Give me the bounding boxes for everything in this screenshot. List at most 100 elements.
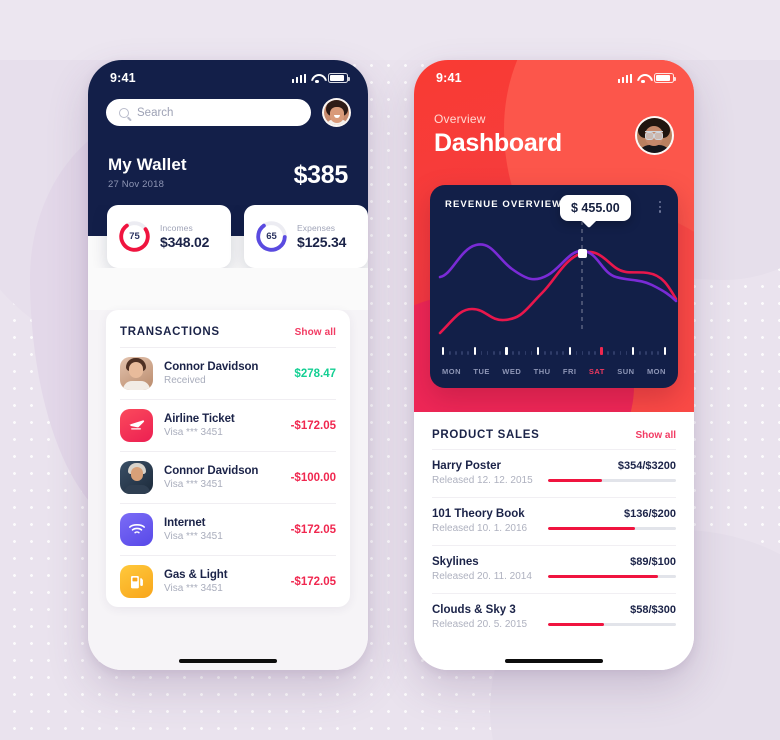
dashboard-phone-mockup: 9:41 Overview Dashboard REVENUE OVERVIEW xyxy=(414,60,694,670)
avatar[interactable] xyxy=(635,115,674,155)
expenses-amount: $125.34 xyxy=(297,234,347,250)
photo-avatar-woman-icon xyxy=(120,357,153,390)
expenses-label: Expenses xyxy=(297,223,336,233)
wallet-date: 27 Nov 2018 xyxy=(108,179,165,190)
status-icons xyxy=(291,73,350,83)
product-release-date: Released 12. 12. 2015 xyxy=(432,475,533,486)
transaction-amount: -$172.05 xyxy=(290,523,336,536)
table-row[interactable]: Gas & Light Visa *** 3451 -$172.05 xyxy=(120,555,336,607)
search-input[interactable]: Search xyxy=(106,99,311,126)
home-indicator[interactable] xyxy=(179,659,277,663)
wifi-icon xyxy=(637,74,649,83)
gas-pump-icon xyxy=(120,565,153,598)
page-title: Dashboard xyxy=(434,129,562,157)
list-item[interactable]: Harry Poster $354/$3200 Released 12. 12.… xyxy=(432,449,676,497)
product-name: 101 Theory Book xyxy=(432,508,525,520)
list-item[interactable]: 101 Theory Book $136/$200 Released 10. 1… xyxy=(432,497,676,545)
transaction-subtitle: Visa *** 3451 xyxy=(164,583,223,594)
signal-bars-icon xyxy=(291,73,306,83)
axis-tick-thu: THU xyxy=(533,367,551,376)
airplane-icon xyxy=(120,409,153,442)
stat-card-incomes[interactable]: 75 Incomes $348.02 xyxy=(107,205,231,268)
incomes-label: Incomes xyxy=(160,223,193,233)
search-row: Search xyxy=(88,90,368,127)
status-bar-right: 9:41 xyxy=(414,60,694,90)
product-progress-bar xyxy=(548,574,676,579)
transactions-show-all-link[interactable]: Show all xyxy=(295,327,336,338)
product-sales-panel: PRODUCT SALES Show all Harry Poster $354… xyxy=(414,412,694,670)
transaction-amount: -$172.05 xyxy=(290,575,336,588)
axis-tick-mon-2: MON xyxy=(646,367,666,376)
product-amount: $136/$200 xyxy=(624,508,676,520)
axis-tick-fri: FRI xyxy=(562,367,577,376)
revenue-card-title: REVENUE OVERVIEW xyxy=(445,199,563,210)
revenue-line-chart xyxy=(430,221,678,336)
chart-axis-ticks xyxy=(442,346,666,355)
search-placeholder: Search xyxy=(137,106,174,119)
incomes-donut-chart: 75 xyxy=(118,220,151,253)
wifi-icon xyxy=(120,513,153,546)
transactions-panel: TRANSACTIONS Show all Connor Davidson Re… xyxy=(88,310,368,670)
product-amount: $89/$100 xyxy=(630,556,676,568)
transaction-subtitle: Visa *** 3451 xyxy=(164,531,223,542)
axis-tick-wed: WED xyxy=(502,367,522,376)
product-progress-bar xyxy=(548,478,676,483)
dashboard-header: 9:41 Overview Dashboard REVENUE OVERVIEW xyxy=(414,60,694,412)
axis-tick-sun: SUN xyxy=(617,367,635,376)
search-icon xyxy=(119,107,129,118)
status-bar-left: 9:41 xyxy=(88,60,368,90)
page-title: My Wallet xyxy=(108,155,187,174)
product-progress-bar xyxy=(548,622,676,627)
status-time: 9:41 xyxy=(110,71,136,85)
product-release-date: Released 10. 1. 2016 xyxy=(432,523,528,534)
transaction-name: Connor Davidson xyxy=(164,465,259,477)
stat-card-carousel[interactable]: 75 Incomes $348.02 65 Expenses $125.34 xyxy=(88,205,368,268)
table-row[interactable]: Airline Ticket Visa *** 3451 -$172.05 xyxy=(120,399,336,451)
wifi-icon xyxy=(311,74,323,83)
signal-bars-icon xyxy=(617,73,632,83)
stat-card-expenses[interactable]: 65 Expenses $125.34 xyxy=(244,205,368,268)
transaction-subtitle: Visa *** 3451 xyxy=(164,479,223,490)
transaction-subtitle: Received xyxy=(164,375,206,386)
product-release-date: Released 20. 11. 2014 xyxy=(432,571,532,582)
home-indicator[interactable] xyxy=(505,659,603,663)
table-row[interactable]: Internet Visa *** 3451 -$172.05 xyxy=(120,503,336,555)
wallet-summary: My Wallet 27 Nov 2018 $385 xyxy=(88,127,368,190)
photo-avatar-person-icon xyxy=(120,461,153,494)
expenses-donut-chart: 65 xyxy=(255,220,288,253)
status-icons xyxy=(617,73,676,83)
wallet-header: 9:41 Search My Wallet 27 Nov 2018 $385 7… xyxy=(88,60,368,268)
incomes-amount: $348.02 xyxy=(160,234,210,250)
status-time: 9:41 xyxy=(436,71,462,85)
expenses-donut-value: 65 xyxy=(266,231,277,242)
transaction-name: Internet xyxy=(164,517,206,529)
wallet-balance: $385 xyxy=(293,161,349,189)
list-item[interactable]: Skylines $89/$100 Released 20. 11. 2014 xyxy=(432,545,676,593)
avatar[interactable] xyxy=(322,98,351,127)
axis-tick-tue: TUE xyxy=(473,367,490,376)
product-sales-title: PRODUCT SALES xyxy=(432,429,540,441)
product-sales-show-all-link[interactable]: Show all xyxy=(635,430,676,441)
product-progress-bar xyxy=(548,526,676,531)
product-name: Harry Poster xyxy=(432,460,502,472)
table-row[interactable]: Connor Davidson Received $278.47 xyxy=(120,347,336,399)
list-item[interactable]: Clouds & Sky 3 $58/$300 Released 20. 5. … xyxy=(432,593,676,641)
transaction-amount: $278.47 xyxy=(294,367,336,380)
transaction-name: Airline Ticket xyxy=(164,413,235,425)
kebab-menu-icon[interactable] xyxy=(656,199,664,215)
wallet-phone-mockup: 9:41 Search My Wallet 27 Nov 2018 $385 7… xyxy=(88,60,368,670)
dashboard-title-row: Overview Dashboard xyxy=(414,90,694,158)
transaction-name: Gas & Light xyxy=(164,569,228,581)
chart-axis-labels: MON TUE WED THU FRI SAT SUN MON xyxy=(442,367,666,376)
transaction-amount: -$100.00 xyxy=(290,471,336,484)
transaction-name: Connor Davidson xyxy=(164,361,259,373)
transactions-title: TRANSACTIONS xyxy=(120,326,220,338)
transactions-card: TRANSACTIONS Show all Connor Davidson Re… xyxy=(106,310,350,607)
product-amount: $354/$3200 xyxy=(617,460,676,472)
product-sales-header: PRODUCT SALES Show all xyxy=(432,412,676,449)
table-row[interactable]: Connor Davidson Visa *** 3451 -$100.00 xyxy=(120,451,336,503)
incomes-donut-value: 75 xyxy=(129,231,140,242)
product-name: Clouds & Sky 3 xyxy=(432,604,516,616)
transaction-subtitle: Visa *** 3451 xyxy=(164,427,223,438)
revenue-overview-card: REVENUE OVERVIEW $ 455.00 MON TUE WED TH… xyxy=(430,185,678,388)
